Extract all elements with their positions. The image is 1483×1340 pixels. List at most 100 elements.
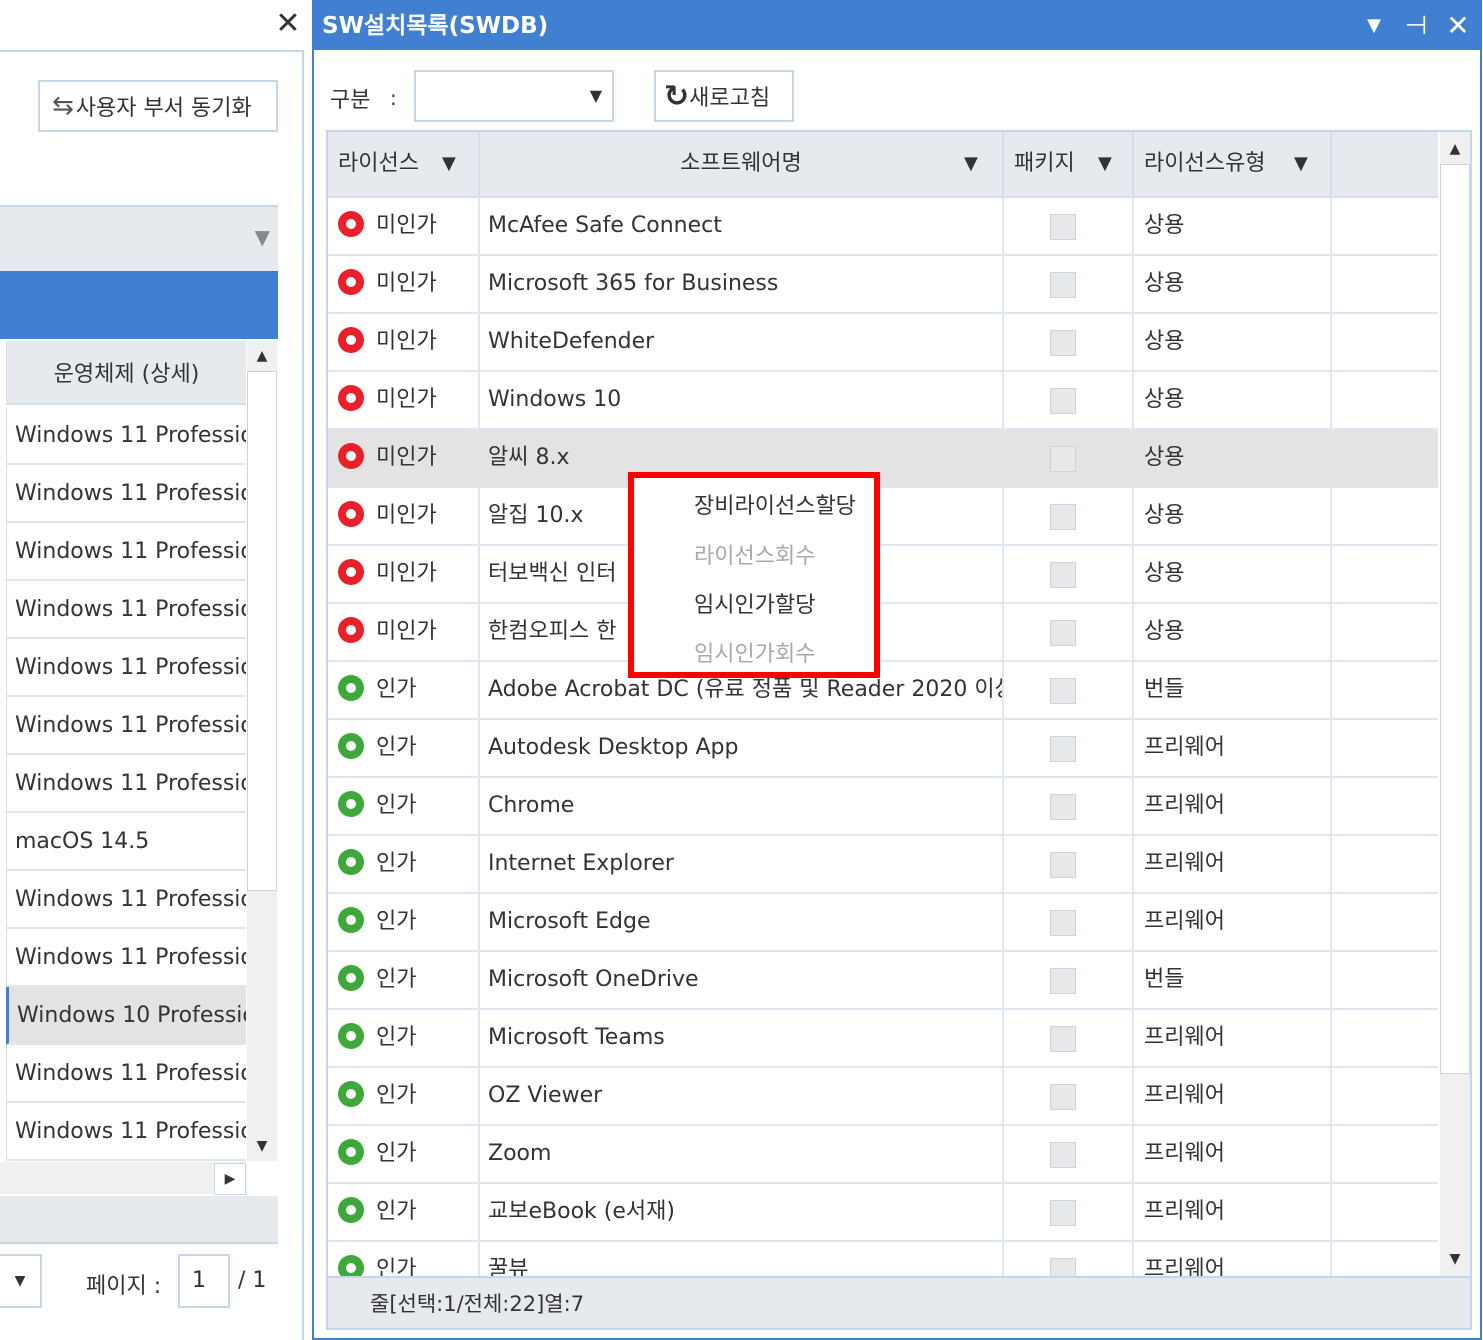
left-table-row[interactable]: Windows 11 Professional [6, 639, 246, 697]
left-table-row[interactable]: Windows 11 Professional [6, 407, 246, 465]
scroll-down-icon[interactable]: ▼ [1440, 1244, 1470, 1274]
package-cell [1004, 372, 1134, 428]
page-number-input[interactable]: 1 [178, 1254, 230, 1308]
sync-user-department-button[interactable]: ⇆ 사용자 부서 동기화 [38, 80, 278, 132]
package-checkbox[interactable] [1050, 504, 1076, 530]
left-table-row[interactable]: Windows 11 Professional [6, 871, 246, 929]
table-row[interactable]: 인가 Microsoft OneDrive 번들 [328, 952, 1438, 1010]
package-checkbox[interactable] [1050, 852, 1076, 878]
scroll-up-icon[interactable]: ▲ [1440, 134, 1470, 164]
table-row[interactable]: 인가 OZ Viewer 프리웨어 [328, 1068, 1438, 1126]
package-checkbox[interactable] [1050, 562, 1076, 588]
title-bar[interactable]: SW설치목록(SWDB) ▼ ⊣ ✕ [314, 2, 1480, 50]
left-table-row[interactable]: Windows 11 Professional [6, 1103, 246, 1161]
left-table-row[interactable]: Windows 11 Professional [6, 697, 246, 755]
software-name-cell: WhiteDefender [480, 314, 1004, 370]
package-checkbox[interactable] [1050, 1026, 1076, 1052]
license-cell: 인가 [328, 1068, 480, 1124]
table-row[interactable]: 미인가 WhiteDefender 상용 [328, 314, 1438, 372]
software-name-cell: 교보eBook (e서재) [480, 1184, 1004, 1240]
pin-icon[interactable]: ⊣ [1398, 8, 1434, 44]
package-cell [1004, 1010, 1134, 1066]
package-checkbox[interactable] [1050, 910, 1076, 936]
license-status-label: 미인가 [376, 329, 437, 354]
table-row[interactable]: 인가 Chrome 프리웨어 [328, 778, 1438, 836]
package-checkbox[interactable] [1050, 330, 1076, 356]
context-menu-item[interactable]: 임시인가할당 [694, 587, 815, 619]
left-table-row[interactable]: Windows 11 Professional [6, 755, 246, 813]
scroll-down-icon[interactable]: ▼ [247, 1131, 277, 1161]
left-table-row[interactable]: Windows 11 Professional [6, 581, 246, 639]
table-row[interactable]: 미인가 Windows 10 상용 [328, 372, 1438, 430]
package-cell [1004, 836, 1134, 892]
table-row[interactable]: 인가 Autodesk Desktop App 프리웨어 [328, 720, 1438, 778]
table-row[interactable]: 미인가 알씨 8.x 상용 [328, 430, 1438, 488]
left-table-row[interactable]: Windows 11 Professional [6, 929, 246, 987]
left-table-row[interactable]: Windows 11 Professional [6, 1045, 246, 1103]
table-row[interactable]: 인가 꿀뷰 프리웨어 [328, 1242, 1438, 1276]
filter-icon[interactable]: ▼ [964, 132, 978, 196]
context-menu-item: 라이선스회수 [694, 544, 816, 569]
table-row[interactable]: 미인가 한컴오피스 한 상용 [328, 604, 1438, 662]
scroll-right-icon[interactable]: ▶ [214, 1163, 246, 1195]
table-row[interactable]: 인가 교보eBook (e서재) 프리웨어 [328, 1184, 1438, 1242]
table-row[interactable]: 인가 Microsoft Edge 프리웨어 [328, 894, 1438, 952]
filter-icon[interactable]: ▼ [442, 132, 456, 196]
package-checkbox[interactable] [1050, 794, 1076, 820]
column-header-software[interactable]: 소프트웨어명 ▼ [480, 132, 1004, 196]
license-status-label: 미인가 [376, 387, 437, 412]
software-name-cell: Microsoft OneDrive [480, 952, 1004, 1008]
refresh-button[interactable]: ↻ 새로고침 [654, 70, 794, 122]
license-type-cell: 상용 [1134, 488, 1332, 544]
scroll-up-icon[interactable]: ▲ [247, 341, 277, 371]
table-row[interactable]: 인가 Adobe Acrobat DC (유료 정품 및 Reader 2020 … [328, 662, 1438, 720]
left-table-row[interactable]: Windows 10 Professional [6, 987, 246, 1045]
category-select[interactable]: ▼ [414, 70, 614, 122]
package-checkbox[interactable] [1050, 678, 1076, 704]
filter-icon[interactable]: ▼ [1098, 132, 1112, 196]
package-checkbox[interactable] [1050, 1084, 1076, 1110]
left-table-row[interactable]: macOS 14.5 [6, 813, 246, 871]
table-row[interactable]: 미인가 알집 10.x 상용 [328, 488, 1438, 546]
left-horizontal-scrollbar[interactable] [0, 1162, 247, 1194]
column-header-package[interactable]: 패키지 ▼ [1004, 132, 1134, 196]
close-icon[interactable]: ✕ [1440, 8, 1476, 44]
table-row[interactable]: 미인가 McAfee Safe Connect 상용 [328, 198, 1438, 256]
context-menu-item[interactable]: 장비라이선스할당 [694, 488, 856, 520]
left-vertical-scrollbar[interactable]: ▲ ▼ [247, 341, 277, 1161]
sw-install-list-window: SW설치목록(SWDB) ▼ ⊣ ✕ 구분 : ▼ ↻ 새로고침 라이선스 ▼ … [312, 0, 1482, 1340]
package-checkbox[interactable] [1050, 446, 1076, 472]
table-row[interactable]: 인가 Zoom 프리웨어 [328, 1126, 1438, 1184]
package-checkbox[interactable] [1050, 736, 1076, 762]
filter-icon[interactable]: ▼ [1294, 132, 1308, 196]
grid-vertical-scrollbar[interactable]: ▲ ▼ [1440, 132, 1470, 1276]
package-checkbox[interactable] [1050, 388, 1076, 414]
table-row[interactable]: 미인가 Microsoft 365 for Business 상용 [328, 256, 1438, 314]
scroll-thumb[interactable] [1440, 164, 1470, 1074]
package-checkbox[interactable] [1050, 272, 1076, 298]
package-checkbox[interactable] [1050, 968, 1076, 994]
table-row[interactable]: 인가 Internet Explorer 프리웨어 [328, 836, 1438, 894]
window-menu-icon[interactable]: ▼ [1356, 8, 1392, 44]
table-row[interactable]: 인가 Microsoft Teams 프리웨어 [328, 1010, 1438, 1068]
table-row[interactable]: 미인가 터보백신 인터 상용 [328, 546, 1438, 604]
package-checkbox[interactable] [1050, 1142, 1076, 1168]
package-checkbox[interactable] [1050, 1200, 1076, 1226]
page-size-dropdown[interactable]: ▼ [0, 1254, 42, 1308]
left-table-row[interactable]: Windows 11 Professional [6, 465, 246, 523]
package-checkbox[interactable] [1050, 1258, 1076, 1276]
package-checkbox[interactable] [1050, 214, 1076, 240]
unlicensed-status-icon [338, 211, 364, 237]
left-table-row[interactable]: Windows 11 Professional [6, 523, 246, 581]
column-header-license[interactable]: 라이선스 ▼ [328, 132, 480, 196]
column-header-license-type[interactable]: 라이선스유형 ▼ [1134, 132, 1332, 196]
package-cell [1004, 546, 1134, 602]
license-cell: 미인가 [328, 372, 480, 428]
filter-icon[interactable]: ▼ [255, 225, 270, 249]
scroll-thumb[interactable] [247, 371, 277, 891]
package-checkbox[interactable] [1050, 620, 1076, 646]
left-panel-close-icon[interactable]: ✕ [272, 6, 304, 42]
license-status-label: 인가 [376, 909, 417, 934]
software-name-cell: Microsoft 365 for Business [480, 256, 1004, 312]
os-column-header[interactable]: 운영체제 (상세) [6, 341, 246, 405]
